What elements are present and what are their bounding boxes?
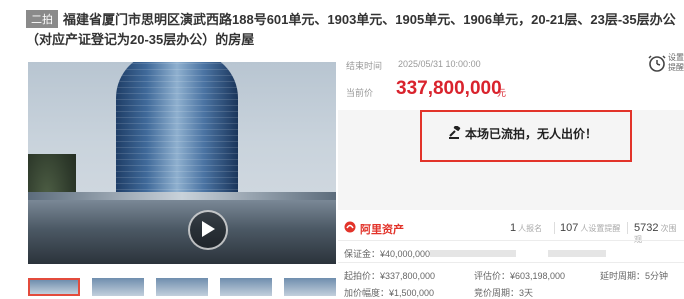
play-icon [202, 221, 215, 237]
price-unit: 元 [497, 88, 507, 98]
ali-assets-logo-icon [344, 221, 356, 233]
thumbnail-1[interactable] [28, 278, 80, 296]
set-reminder-label: 设置提醒 [668, 53, 684, 72]
listing-title-text: 福建省厦门市思明区演武西路188号601单元、1903单元、1905单元、190… [26, 12, 676, 47]
details-divider [338, 262, 684, 263]
photo-podium [28, 200, 336, 264]
views-count: 5732 [634, 222, 659, 234]
starting-price: 起拍价：¥337,800,000 [344, 271, 436, 281]
set-reminder-button[interactable]: 设置提醒 [643, 50, 684, 78]
reminders-stat: 107 人设置提醒 [560, 222, 620, 234]
alarm-clock-icon [648, 55, 666, 72]
end-time-value: 2025/05/31 10:00:00 [398, 59, 481, 69]
property-photo[interactable] [28, 62, 336, 264]
stat-divider [627, 222, 628, 234]
appraisal-price: 评估价：¥603,198,000 [474, 271, 566, 281]
reminders-count: 107 [560, 222, 579, 234]
extension-cycle: 延时周期：5分钟 [600, 271, 669, 281]
auction-info-panel: 结束时间 2025/05/31 10:00:00 当前价 337,800,000… [338, 50, 684, 298]
obscured-field [548, 250, 606, 257]
stat-divider [554, 222, 555, 234]
current-price-label: 当前价 [346, 88, 374, 98]
obscured-field [486, 250, 516, 257]
signups-count: 1 [510, 222, 517, 234]
obscured-field [430, 250, 492, 257]
auction-round-badge: 二拍 [26, 10, 58, 28]
video-play-button[interactable] [188, 210, 228, 250]
signups-label: 人报名 [518, 224, 543, 233]
gavel-icon [449, 126, 461, 139]
thumbnail-3[interactable] [156, 278, 208, 296]
views-stat: 5732次围观 [634, 222, 684, 245]
reminders-label: 人设置提醒 [580, 224, 621, 233]
auction-status-panel: 本场已流拍，无人出价！ [338, 110, 684, 210]
stats-divider [338, 240, 684, 241]
bidding-cycle: 竞价周期：3天 [474, 288, 534, 298]
thumbnail-2[interactable] [92, 278, 144, 296]
thumbnail-strip [28, 278, 348, 296]
auction-status-message: 本场已流拍，无人出价！ [465, 127, 598, 141]
auction-stats-bar: 阿里资产 1人报名 107人设置提醒 5732次围观 [338, 218, 684, 244]
end-time-label: 结束时间 [346, 61, 383, 71]
deposit: 保证金：¥40,000,000 [344, 249, 431, 259]
status-highlight-box: 本场已流拍，无人出价！ [420, 110, 632, 162]
signups-stat: 1 人报名 [510, 222, 542, 234]
listing-title: 二拍 福建省厦门市思明区演武西路188号601单元、1903单元、1905单元、1… [26, 10, 676, 50]
bid-increment: 加价幅度：¥1,500,000 [344, 288, 435, 298]
thumbnail-5[interactable] [284, 278, 336, 296]
thumbnail-4[interactable] [220, 278, 272, 296]
current-price: 337,800,000 [396, 78, 502, 99]
platform-name: 阿里资产 [360, 224, 404, 236]
